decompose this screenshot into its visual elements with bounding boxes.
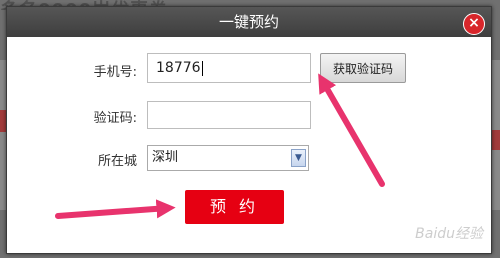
city-label: 所在城 [97, 154, 137, 169]
text-cursor [201, 60, 203, 76]
watermark-text: Baidu经验 [415, 226, 483, 242]
city-select-value: 深圳 [152, 150, 179, 165]
close-icon: × [468, 15, 480, 31]
code-label: 验证码: [93, 111, 137, 126]
get-code-button[interactable]: 获取验证码 [320, 53, 406, 83]
city-select[interactable]: 深圳 ▼ [147, 145, 309, 171]
phone-input[interactable]: 18776 [147, 53, 311, 83]
booking-dialog: 一键预约 × 手机号: 18776 获取验证码 验证码: 所在城 深圳 ▼ 预 … [6, 6, 492, 254]
dialog-title: 一键预约 [218, 13, 279, 31]
close-button[interactable]: × [463, 13, 485, 35]
code-input[interactable] [147, 101, 311, 129]
phone-input-value: 18776 [156, 60, 201, 76]
dialog-titlebar: 一键预约 × [7, 7, 491, 37]
chevron-down-icon[interactable]: ▼ [291, 149, 306, 167]
book-submit-button[interactable]: 预 约 [185, 190, 284, 224]
phone-label: 手机号: [93, 65, 137, 80]
